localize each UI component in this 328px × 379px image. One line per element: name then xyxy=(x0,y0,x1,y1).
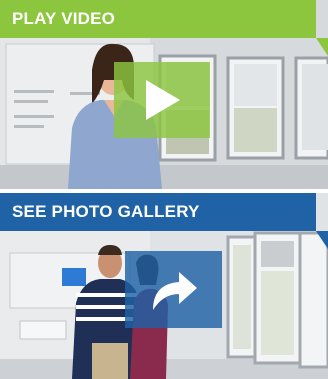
photo-gallery-tile[interactable]: SEE PHOTO GALLERY xyxy=(0,193,328,379)
play-video-tile[interactable]: PLAY VIDEO xyxy=(0,0,328,189)
play-video-banner[interactable]: PLAY VIDEO xyxy=(0,0,316,38)
photo-gallery-banner[interactable]: SEE PHOTO GALLERY xyxy=(0,193,316,231)
play-video-label: PLAY VIDEO xyxy=(12,9,116,28)
banner-corner-notch xyxy=(316,38,328,56)
share-arrow-icon xyxy=(152,271,197,310)
photo-gallery-label: SEE PHOTO GALLERY xyxy=(12,202,200,221)
play-icon xyxy=(146,80,180,120)
gallery-button[interactable] xyxy=(125,251,222,328)
banner-corner-notch xyxy=(316,231,328,249)
play-button[interactable] xyxy=(114,62,210,138)
